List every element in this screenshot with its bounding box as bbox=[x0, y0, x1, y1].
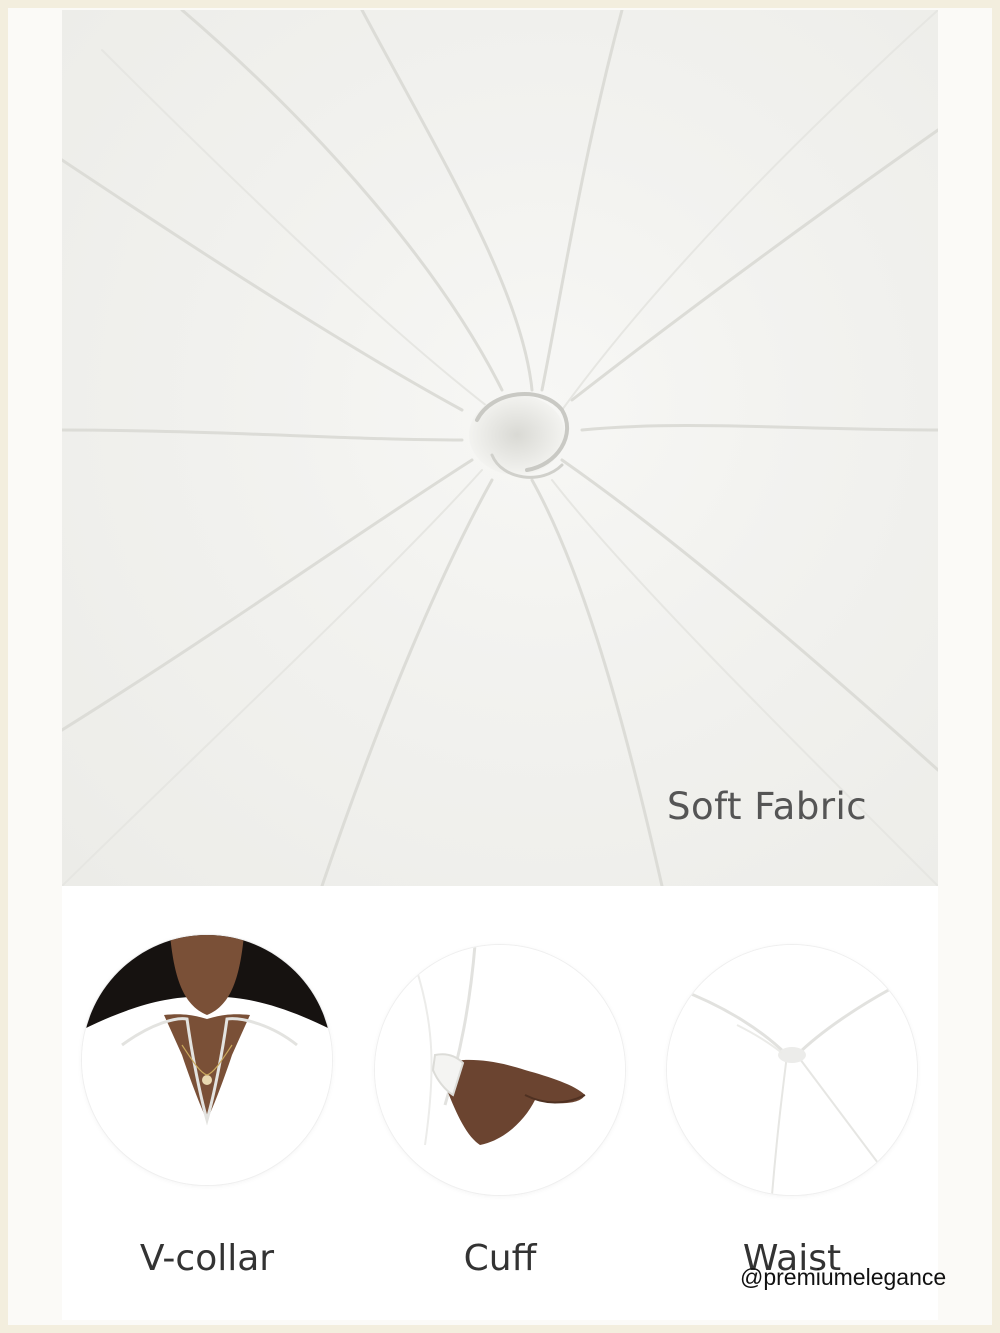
v-collar-photo bbox=[82, 935, 332, 1185]
cuff-photo bbox=[375, 945, 625, 1195]
v-collar-label: V-collar bbox=[139, 1238, 275, 1279]
fabric-swirl-drawing bbox=[62, 10, 938, 886]
waist-drawing bbox=[667, 945, 917, 1195]
watermark-handle: @premiumelegance bbox=[740, 1264, 947, 1290]
v-collar-drawing bbox=[82, 935, 332, 1185]
product-image-panel: Soft Fabric V-collar Cuff Waist bbox=[62, 10, 938, 1320]
fabric-photo: Soft Fabric bbox=[62, 10, 938, 886]
fabric-label: Soft Fabric bbox=[667, 785, 868, 828]
cuff-drawing bbox=[375, 945, 625, 1195]
waist-photo bbox=[667, 945, 917, 1195]
cuff-label: Cuff bbox=[463, 1238, 537, 1279]
